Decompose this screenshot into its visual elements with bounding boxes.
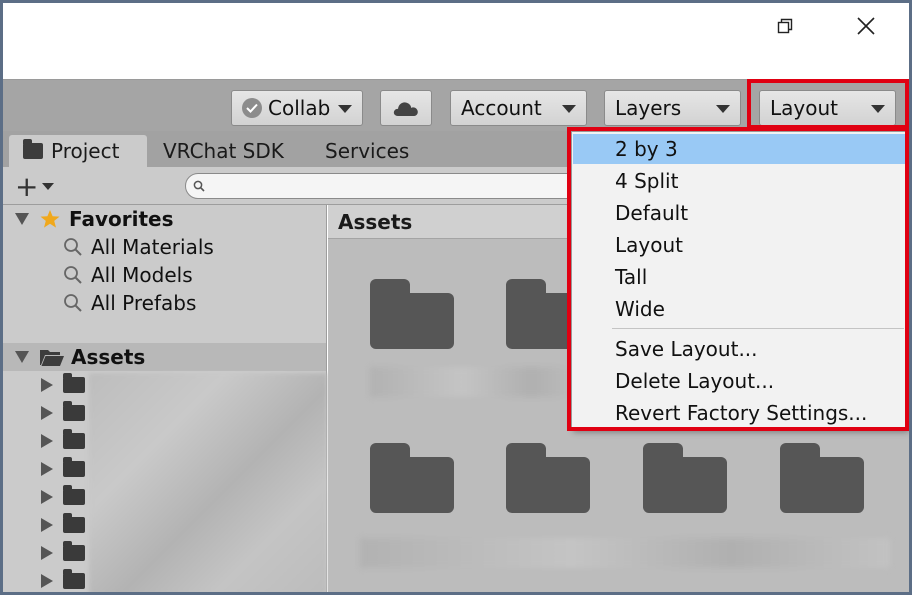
asset-folder-row[interactable] <box>41 427 85 455</box>
folder-icon <box>63 569 85 589</box>
annotation-highlight <box>747 79 909 129</box>
breadcrumb-label: Assets <box>338 209 413 234</box>
folder-icon <box>63 373 85 393</box>
favorite-item[interactable]: All Materials <box>63 233 214 261</box>
layers-label: Layers <box>615 96 682 120</box>
chevron-down-icon <box>42 182 55 190</box>
assets-label: Assets <box>71 345 146 369</box>
account-dropdown[interactable]: Account <box>450 90 587 126</box>
title-bar <box>3 3 909 79</box>
annotation-highlight <box>567 127 909 431</box>
folder-icon <box>23 139 43 159</box>
expand-arrow-icon <box>41 378 53 392</box>
chevron-down-icon <box>338 105 352 113</box>
tab-label: Project <box>51 139 120 163</box>
app-window: Collab Account Layers Layout Project VRC… <box>0 0 912 595</box>
search-icon <box>64 238 82 256</box>
expand-arrow-icon <box>15 213 29 225</box>
close-icon <box>857 17 875 35</box>
folder-icon <box>63 541 85 561</box>
folder-icon <box>63 513 85 533</box>
plus-icon: + <box>15 169 39 203</box>
assets-header[interactable]: Assets <box>15 343 145 371</box>
redacted-label <box>370 367 600 397</box>
asset-folder-row[interactable] <box>41 539 85 567</box>
expand-arrow-icon <box>41 546 53 560</box>
asset-folder-row[interactable] <box>41 483 85 511</box>
chevron-down-icon <box>562 105 576 113</box>
search-input[interactable] <box>185 173 585 199</box>
folder-icon[interactable] <box>643 443 727 513</box>
create-button[interactable]: + <box>15 169 55 203</box>
tab-services[interactable]: Services <box>325 135 409 167</box>
collab-button[interactable]: Collab <box>231 90 363 126</box>
favorite-item[interactable]: All Prefabs <box>63 289 196 317</box>
close-button[interactable] <box>848 11 884 41</box>
expand-arrow-icon <box>15 351 29 363</box>
tab-vrchat-sdk[interactable]: VRChat SDK <box>163 135 284 167</box>
open-folder-icon <box>40 350 64 366</box>
folder-icon[interactable] <box>506 443 590 513</box>
asset-folder-row[interactable] <box>41 371 85 399</box>
check-icon <box>242 98 262 118</box>
favorites-label: Favorites <box>69 207 174 231</box>
account-label: Account <box>461 96 542 120</box>
layers-dropdown[interactable]: Layers <box>604 90 741 126</box>
search-icon <box>64 266 82 284</box>
tab-project[interactable]: Project <box>9 135 147 167</box>
expand-arrow-icon <box>41 406 53 420</box>
favorites-header[interactable]: Favorites <box>15 205 174 233</box>
search-icon <box>193 180 205 192</box>
project-sidebar: Favorites All Materials All Models All P… <box>3 205 327 592</box>
restore-button[interactable] <box>767 11 803 41</box>
favorite-label: All Prefabs <box>91 291 197 315</box>
cloud-button[interactable] <box>380 90 432 126</box>
folder-icon <box>63 401 85 421</box>
expand-arrow-icon <box>41 574 53 588</box>
restore-icon <box>777 18 793 34</box>
tab-label: VRChat SDK <box>163 139 284 163</box>
expand-arrow-icon <box>41 434 53 448</box>
cloud-icon <box>393 102 418 116</box>
folder-icon[interactable] <box>780 443 864 513</box>
expand-arrow-icon <box>41 462 53 476</box>
redacted-folder-names <box>89 373 327 592</box>
folder-icon <box>63 429 85 449</box>
expand-arrow-icon <box>41 518 53 532</box>
asset-folder-row[interactable] <box>41 399 85 427</box>
redacted-label <box>360 538 890 568</box>
folder-icon[interactable] <box>370 279 454 349</box>
favorite-label: All Models <box>91 263 193 287</box>
tab-label: Services <box>325 139 410 163</box>
asset-folder-row[interactable] <box>41 455 85 483</box>
folder-icon <box>63 457 85 477</box>
folder-icon <box>63 485 85 505</box>
favorite-item[interactable]: All Models <box>63 261 193 289</box>
asset-folder-row[interactable] <box>41 511 85 539</box>
folder-icon[interactable] <box>370 443 454 513</box>
collab-label: Collab <box>268 96 331 120</box>
star-icon <box>40 210 60 228</box>
search-icon <box>64 294 82 312</box>
favorite-label: All Materials <box>91 235 214 259</box>
expand-arrow-icon <box>41 490 53 504</box>
asset-folder-row[interactable] <box>41 567 85 592</box>
chevron-down-icon <box>716 105 730 113</box>
